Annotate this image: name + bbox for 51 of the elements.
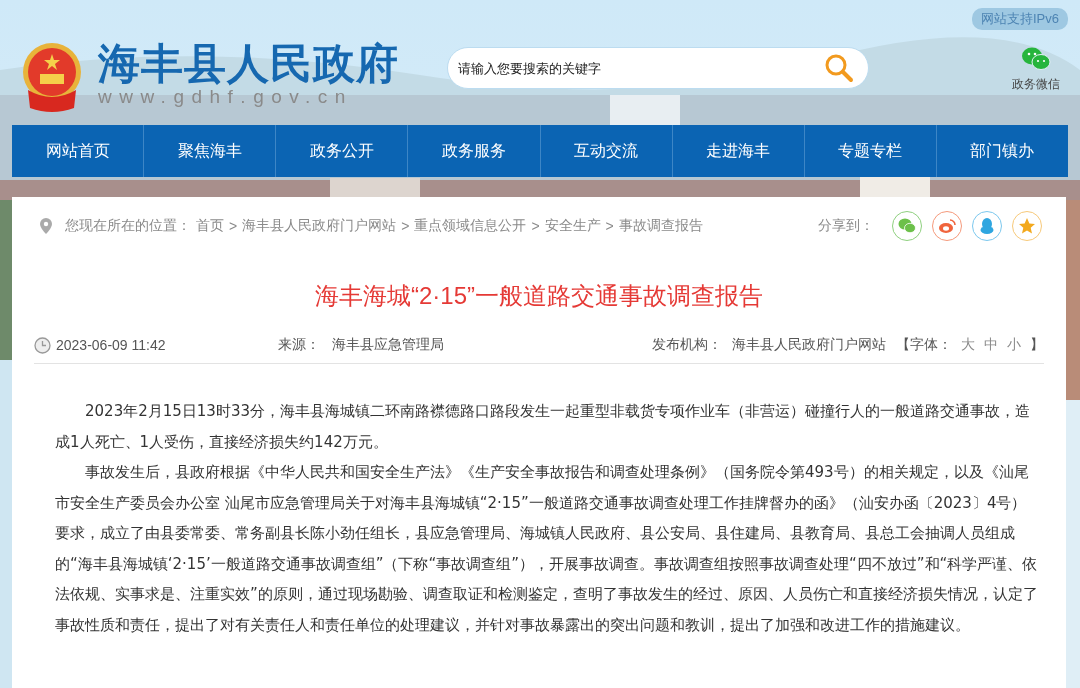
article-paragraph: 2023年2月15日13时33分，海丰县海城镇二环南路襟德路口路段发生一起重型非载货专项作业车（非营运）碰撞行人的一般道路交通事故，造成1人死亡、1人受伤，直接经济损失约142万元。 <box>55 401 1031 453</box>
publisher-label: 发布机构： <box>652 336 722 354</box>
nav-link[interactable]: 政务服务 <box>407 125 540 177</box>
wechat-icon <box>1021 46 1051 72</box>
font-size-option[interactable]: 大 <box>961 336 975 354</box>
site-url: www.gdhf.gov.cn <box>98 86 353 108</box>
bracket: 】 <box>1030 336 1044 354</box>
site-name: 海丰县人民政府 <box>98 40 399 88</box>
font-size-label: 【字体： <box>896 336 952 354</box>
nav-link[interactable]: 专题专栏 <box>803 125 936 177</box>
source-name: 海丰县应急管理局 <box>331 336 444 354</box>
breadcrumb-separator: > <box>229 218 238 234</box>
share-favorite-button[interactable] <box>1012 211 1042 241</box>
penguin-icon <box>979 217 995 235</box>
font-size-option[interactable]: 中 <box>984 336 998 354</box>
breadcrumb-separator: > <box>401 218 410 234</box>
breadcrumb-link[interactable]: 事故调查报告 <box>618 217 703 235</box>
clock-icon <box>34 336 51 354</box>
font-size-option[interactable]: 小 <box>1007 336 1021 354</box>
nav-link[interactable]: 聚焦海丰 <box>143 125 276 177</box>
breadcrumb-link[interactable]: 安全生产 <box>544 217 601 235</box>
nav-link[interactable]: 互动交流 <box>539 125 672 177</box>
breadcrumb-link[interactable]: 重点领域信息公开 <box>414 217 527 235</box>
emblem-icon <box>22 42 82 114</box>
breadcrumb-link[interactable]: 海丰县人民政府门户网站 <box>242 217 397 235</box>
nav-link[interactable]: 部门镇办 <box>935 125 1068 177</box>
star-icon <box>1018 217 1036 235</box>
nav-link[interactable]: 网站首页 <box>12 125 144 177</box>
share-wechat-button[interactable] <box>892 211 922 241</box>
breadcrumb-separator: > <box>531 218 540 234</box>
breadcrumb-label: 您现在所在的位置： <box>65 217 191 235</box>
search-field[interactable]: 请输入您要搜索的关键字 <box>447 47 869 89</box>
nav-link[interactable]: 政务公开 <box>275 125 408 177</box>
share-qq-button[interactable] <box>972 211 1002 241</box>
publisher-name: 海丰县人民政府门户网站 <box>732 336 886 354</box>
nav-link[interactable]: 走进海丰 <box>671 125 804 177</box>
search-icon <box>823 53 855 83</box>
breadcrumb-separator: > <box>605 218 614 234</box>
article-title: 海丰海城“2·15”一般道路交通事故调查报告 <box>314 281 764 311</box>
location-pin-icon <box>40 218 52 234</box>
source-label: 来源： <box>277 336 320 354</box>
search-button[interactable] <box>823 53 855 83</box>
breadcrumb-link[interactable]: 首页 <box>196 217 224 235</box>
ipv6-badge: 网站支持IPv6 <box>972 8 1068 30</box>
weibo-icon <box>938 218 956 234</box>
share-weibo-button[interactable] <box>932 211 962 241</box>
wechat-icon <box>898 218 916 234</box>
share-label: 分享到： <box>818 217 874 235</box>
wechat-link[interactable]: 政务微信 <box>1012 46 1060 93</box>
publish-date: 2023-06-09 11:42 <box>56 337 166 353</box>
article-paragraph: 事故发生后，县政府根据《中华人民共和国安全生产法》《生产安全事故报告和调查处理条例》（国务院令第493号）的相关规定，以及《汕尾市安全生产委员会办公室 汕尾市应急管理局关于对海丰县海城镇“2·15”一般道路交通事故调查处理工作挂牌督办的函》（汕安办函〔2023〕4号）要求，成立了由县委常委、常务副县长陈小劲任组长，县应急管理局、海城镇人民政府、县公安局、县住建局、县教育局、县总工会抽调人员组成的“海丰县海城镇‘2·15’一般道路交通事故调查组”（下称“事故调查组”），开展事故调查。事故调查组按照事故调查处理“四不放过”和“科学严谨、依法依规、实事求是、注重实效”的原则，通过现场勘验、调查取证和检测鉴定，查明了事故发生的经过、原因、人员伤亡和直接经济损失情况，认定了事故性质和责任，提出了对有关责任人和责任单位的处理建议，并针对事故暴露出的突出问题和教训，提出了加强和改进工作的措施建议。 <box>55 462 1038 636</box>
